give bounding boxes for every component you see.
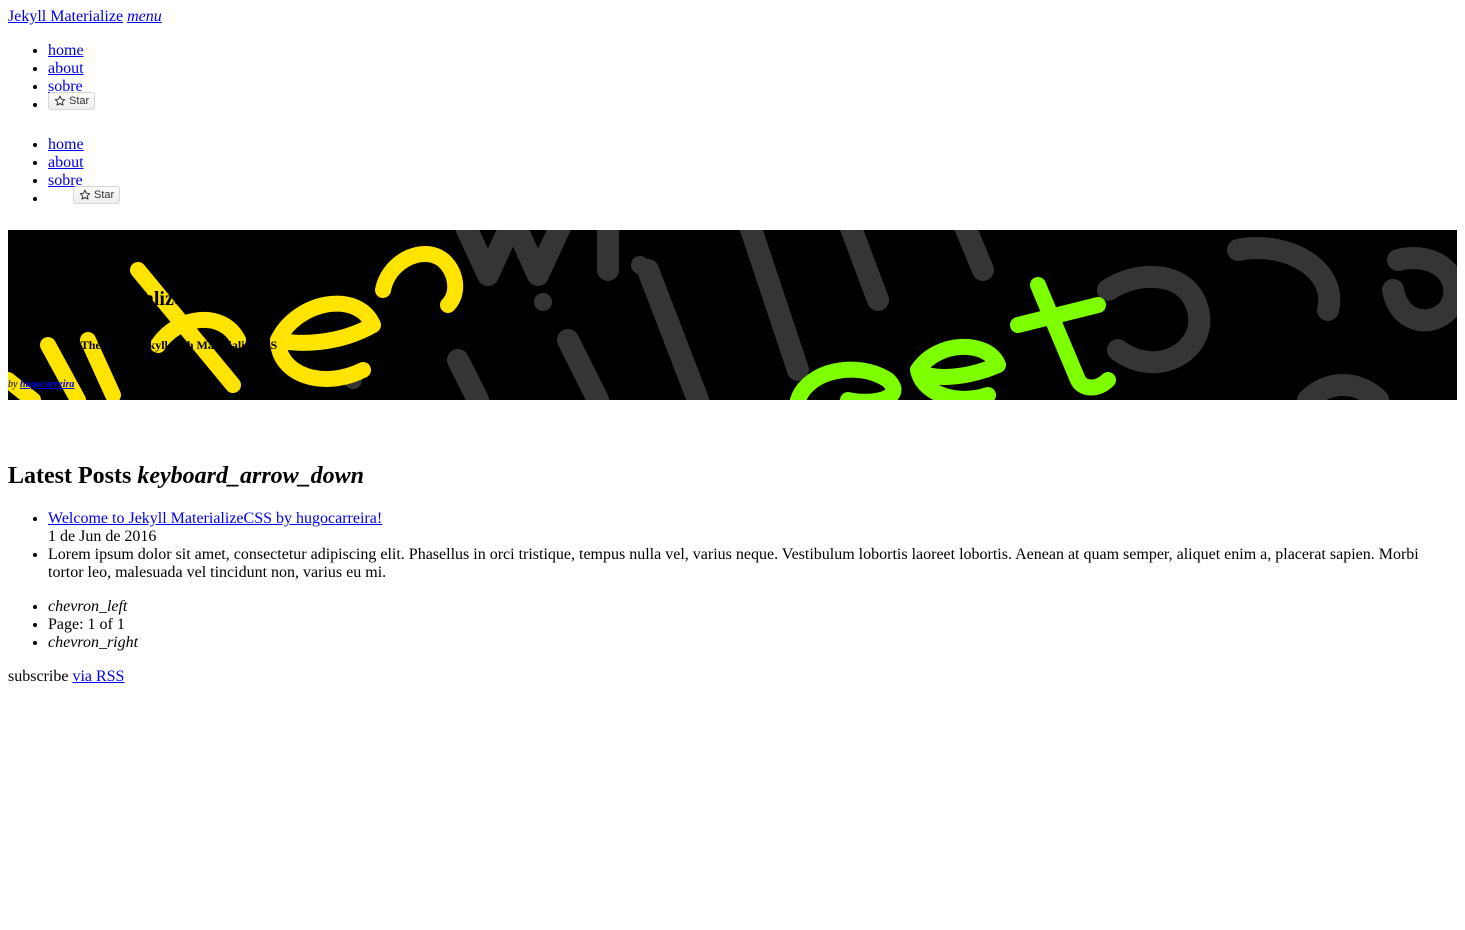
post-list: Welcome to Jekyll MaterializeCSS by hugo… (8, 510, 1448, 582)
menu-icon: menu (127, 8, 162, 25)
banner-typography-graphic (8, 230, 1457, 400)
top-nav-bar: Jekyll Materialize menu (8, 8, 162, 26)
mobile-nav-link-home[interactable]: home (48, 136, 84, 153)
chevron-left-icon: chevron_left (48, 598, 128, 615)
primary-nav-list: home about sobre Star (8, 42, 96, 122)
post-title-link[interactable]: Welcome to Jekyll MaterializeCSS by hugo… (48, 510, 382, 527)
post-date: 1 de Jun de 2016 (48, 528, 157, 545)
byline-prefix: by (8, 379, 18, 390)
subscribe-label: subscribe (8, 668, 69, 685)
banner-byline: by hugocarreira (8, 376, 74, 394)
banner-subtitle: A Theme for Jekyll with MaterializeCSS (70, 338, 278, 352)
latest-posts-heading: Latest Posts keyboard_arrow_down (8, 460, 364, 492)
nav-link-about[interactable]: about (48, 60, 84, 77)
latest-posts-title: Latest Posts (8, 463, 132, 489)
pagination-next[interactable]: chevron_right (48, 634, 138, 652)
mobile-github-star-button[interactable]: Star (73, 186, 121, 205)
nav-link-home[interactable]: home (48, 42, 84, 59)
pagination-prev[interactable]: chevron_left (48, 598, 138, 616)
mobile-nav-item-star: Star (48, 186, 121, 216)
brand-logo-link[interactable]: Jekyll Materialize (8, 8, 123, 25)
mobile-nav-list: home about sobre Star (8, 136, 121, 216)
mobile-nav-link-about[interactable]: about (48, 154, 84, 171)
pagination: chevron_left Page: 1 of 1 chevron_right (8, 598, 138, 652)
nav-item-home: home (48, 42, 95, 60)
star-icon (79, 189, 91, 200)
banner-title: MaterializeCSS (85, 288, 220, 310)
post-list-item: Welcome to Jekyll MaterializeCSS by hugo… (48, 510, 1448, 546)
menu-toggle-link[interactable]: menu (127, 8, 162, 25)
footer-subscribe: subscribe via RSS (8, 668, 124, 686)
post-excerpt: Lorem ipsum dolor sit amet, consectetur … (48, 546, 1448, 582)
star-button-label: Star (94, 189, 115, 202)
rss-link[interactable]: via RSS (72, 668, 124, 685)
github-star-button[interactable]: Star (48, 92, 96, 111)
star-icon (54, 95, 66, 106)
pagination-page-text: Page: 1 of 1 (48, 616, 138, 634)
nav-item-about: about (48, 60, 95, 78)
author-link[interactable]: hugocarreira (20, 379, 74, 390)
keyboard-arrow-down-icon: keyboard_arrow_down (137, 463, 365, 489)
mobile-nav-item-home: home (48, 136, 120, 154)
nav-item-star: Star (48, 92, 96, 122)
star-button-label: Star (69, 95, 90, 108)
hero-banner-image (8, 230, 1457, 400)
mobile-nav-item-about: about (48, 154, 120, 172)
chevron-right-icon: chevron_right (48, 634, 139, 651)
